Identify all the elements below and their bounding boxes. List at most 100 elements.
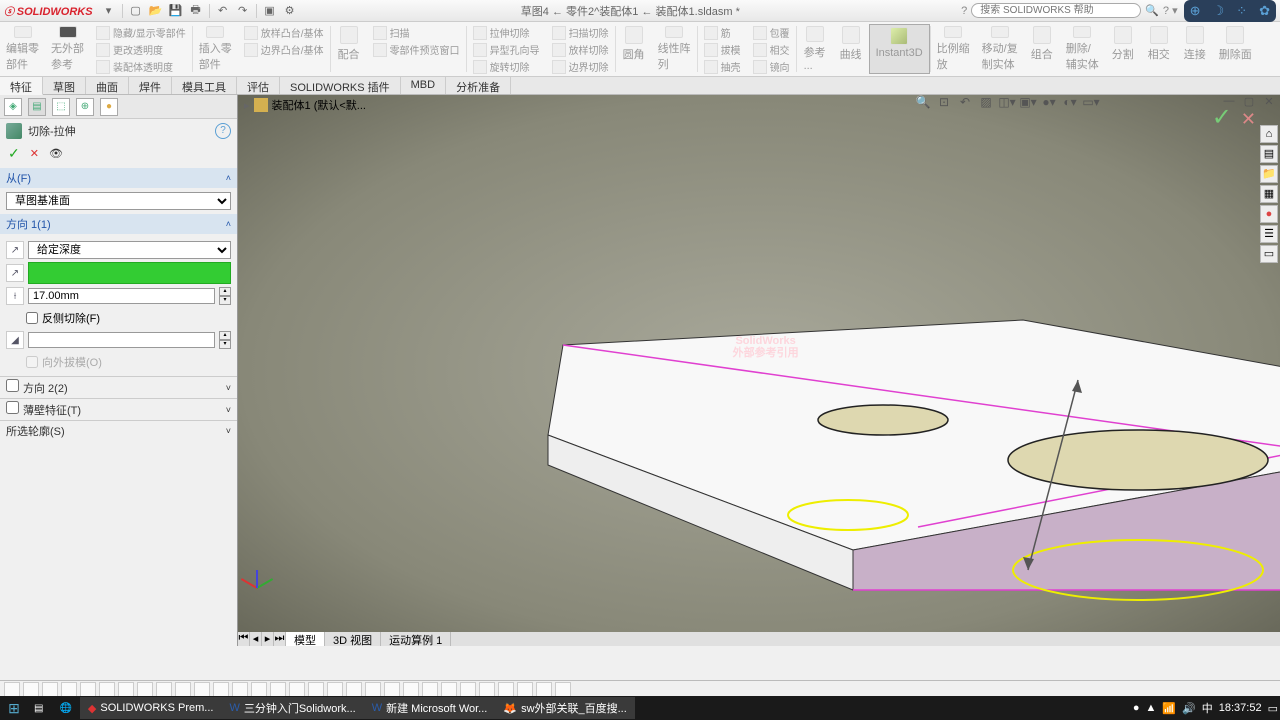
taskbar-firefox[interactable]: 🦊sw外部关联_百度搜... [495, 697, 634, 719]
from-section-header[interactable]: 从(F) ˄ [0, 168, 237, 188]
custom-props-tab[interactable]: ☰ [1260, 225, 1278, 243]
tab-mold[interactable]: 模具工具 [172, 77, 237, 94]
delete-face-button[interactable]: 删除面 [1213, 24, 1258, 74]
revolve-cut-button[interactable]: 旋转切除 [467, 58, 546, 75]
tray-clock[interactable]: 18:37:52 [1219, 702, 1262, 714]
from-select[interactable]: 草图基准面 [6, 192, 231, 210]
sweep-button[interactable]: 扫描 [367, 24, 466, 41]
print-icon[interactable]: 🖶 [186, 2, 206, 20]
draft-input[interactable] [28, 332, 215, 348]
start-button[interactable]: ⊞ [2, 697, 26, 719]
shell-button[interactable]: 抽壳 [698, 58, 747, 75]
tray-ime-icon[interactable]: 中 [1202, 700, 1213, 716]
view-orient-icon[interactable]: ◫▾ [998, 95, 1016, 111]
draft-button[interactable]: 拔模 [698, 41, 747, 58]
bottom-tab-3dview[interactable]: 3D 视图 [325, 632, 381, 646]
viewport[interactable]: ▸ 装配体1 (默认<默... 🔍 ⊡ ↶ ▨ ◫▾ ▣▾ ●▾ ◐▾ ▭▾ —… [238, 95, 1280, 646]
tab-addins[interactable]: SOLIDWORKS 插件 [280, 77, 401, 94]
linear-pattern-button[interactable]: 线性阵列 [652, 24, 697, 74]
taskbar-solidworks[interactable]: ◆SOLIDWORKS Prem... [80, 697, 222, 719]
forum-tab[interactable]: ▭ [1260, 245, 1278, 263]
intersect2-button[interactable]: 相交 [1141, 24, 1177, 74]
tab-nav-first[interactable]: ⏮ [238, 632, 250, 646]
tray-network-icon[interactable]: 📶 [1162, 702, 1176, 715]
confirm-cancel-icon[interactable]: ✕ [1241, 109, 1256, 129]
reverse-direction-icon[interactable]: ↗ [6, 241, 24, 259]
assembly-transparency-button[interactable]: 装配体透明度 [90, 58, 192, 75]
bottom-tab-model[interactable]: 模型 [286, 632, 325, 646]
confirm-ok-icon[interactable]: ✓ [1212, 104, 1232, 131]
wrap-button[interactable]: 包覆 [747, 24, 796, 41]
ok-button[interactable]: ✓ [8, 145, 20, 162]
preview-window-button[interactable]: 零部件预览窗口 [367, 41, 466, 58]
reverse-cut-checkbox[interactable]: 反侧切除(F) [6, 308, 231, 328]
open-icon[interactable]: 📂 [146, 2, 166, 20]
direction-ref-icon[interactable]: ↗ [6, 264, 24, 282]
mirror-button[interactable]: 镜向 [747, 58, 796, 75]
tray-notifications-icon[interactable]: ▭ [1268, 702, 1278, 715]
direction-reference-input[interactable] [28, 262, 231, 284]
help-icon[interactable]: ? [961, 5, 967, 17]
apply-scene-icon[interactable]: ▭▾ [1082, 95, 1100, 111]
view-triad[interactable] [250, 564, 280, 594]
taskbar-word2[interactable]: W新建 Microsoft Wor... [364, 697, 496, 719]
browser-button[interactable]: 🌐 [51, 697, 79, 719]
taskview-button[interactable]: ▤ [26, 697, 51, 719]
tab-nav-last[interactable]: ⏭ [274, 632, 286, 646]
breadcrumb-expand-icon[interactable]: ▸ [244, 99, 250, 112]
rebuild-icon[interactable]: ▣ [260, 2, 280, 20]
redo-icon[interactable]: ↷ [233, 2, 253, 20]
split-button[interactable]: 分割 [1105, 24, 1141, 74]
extrude-cut-button[interactable]: 拉伸切除 [467, 24, 546, 41]
boundary-cut-button[interactable]: 边界切除 [546, 58, 615, 75]
tray-volume-icon[interactable]: 🔊 [1182, 702, 1196, 715]
mate-button[interactable]: 配合 [331, 24, 367, 74]
insert-button[interactable]: 插入零部件 [193, 24, 238, 74]
zoom-fit-icon[interactable]: 🔍 [914, 95, 932, 111]
help-dropdown-icon[interactable]: ? ▾ [1163, 4, 1178, 17]
edit-component-button[interactable]: 编辑零部件 [0, 24, 45, 74]
instant3d-button[interactable]: Instant3D [869, 24, 930, 74]
bottom-tab-motion[interactable]: 运动算例 1 [381, 632, 451, 646]
display-style-icon[interactable]: ▣▾ [1019, 95, 1037, 111]
tab-nav-next[interactable]: ▸ [262, 632, 274, 646]
dir2-section-header[interactable]: 方向 2(2) ˅ [0, 376, 237, 398]
tab-mbd[interactable]: MBD [401, 77, 446, 94]
tray-icon-1[interactable]: ● [1133, 702, 1140, 714]
draft-spinner[interactable]: ▴▾ [219, 331, 231, 349]
undo-icon[interactable]: ↶ [213, 2, 233, 20]
intersect-button[interactable]: 相交 [747, 41, 796, 58]
combine-button[interactable]: 组合 [1024, 24, 1060, 74]
display-mode-2[interactable]: ☽ [1213, 3, 1225, 19]
new-icon[interactable]: ▢ [126, 2, 146, 20]
save-icon[interactable]: 💾 [166, 2, 186, 20]
ref-geom-button[interactable]: 参考... [797, 24, 833, 74]
appearances-tab[interactable]: ● [1260, 205, 1278, 223]
file-explorer-tab[interactable]: 📁 [1260, 165, 1278, 183]
delete-body-button[interactable]: 删除/辅实体 [1060, 24, 1105, 74]
move-copy-button[interactable]: 移动/复制实体 [976, 24, 1024, 74]
close-icon[interactable]: ✕ [1260, 95, 1278, 109]
feature-help-icon[interactable]: ? [215, 123, 231, 139]
tab-weldments[interactable]: 焊件 [129, 77, 172, 94]
dropdown-icon[interactable]: ▾ [99, 2, 119, 20]
config-tab[interactable]: ⬚ [52, 98, 70, 116]
edit-appearance-icon[interactable]: ◐▾ [1061, 95, 1079, 111]
tab-nav-prev[interactable]: ◂ [250, 632, 262, 646]
dir1-section-header[interactable]: 方向 1(1) ˄ [0, 214, 237, 234]
display-settings-icon[interactable]: ✿ [1259, 3, 1270, 19]
depth-spinner[interactable]: ▴▾ [219, 287, 231, 305]
curves-button[interactable]: 曲线 [833, 24, 869, 74]
view-palette-tab[interactable]: ▦ [1260, 185, 1278, 203]
search-input[interactable] [971, 3, 1141, 18]
loft-cut-button[interactable]: 放样切除 [546, 41, 615, 58]
feature-tree-tab[interactable]: ◈ [4, 98, 22, 116]
zoom-area-icon[interactable]: ⊡ [935, 95, 953, 111]
search-submit-icon[interactable]: 🔍 [1145, 4, 1159, 17]
property-tab[interactable]: ▤ [28, 98, 46, 116]
options-icon[interactable]: ⚙ [280, 2, 300, 20]
boundary-button[interactable]: 边界凸台/基体 [238, 41, 330, 58]
sweep-cut-button[interactable]: 扫描切除 [546, 24, 615, 41]
rib-button[interactable]: 筋 [698, 24, 747, 41]
prev-view-icon[interactable]: ↶ [956, 95, 974, 111]
